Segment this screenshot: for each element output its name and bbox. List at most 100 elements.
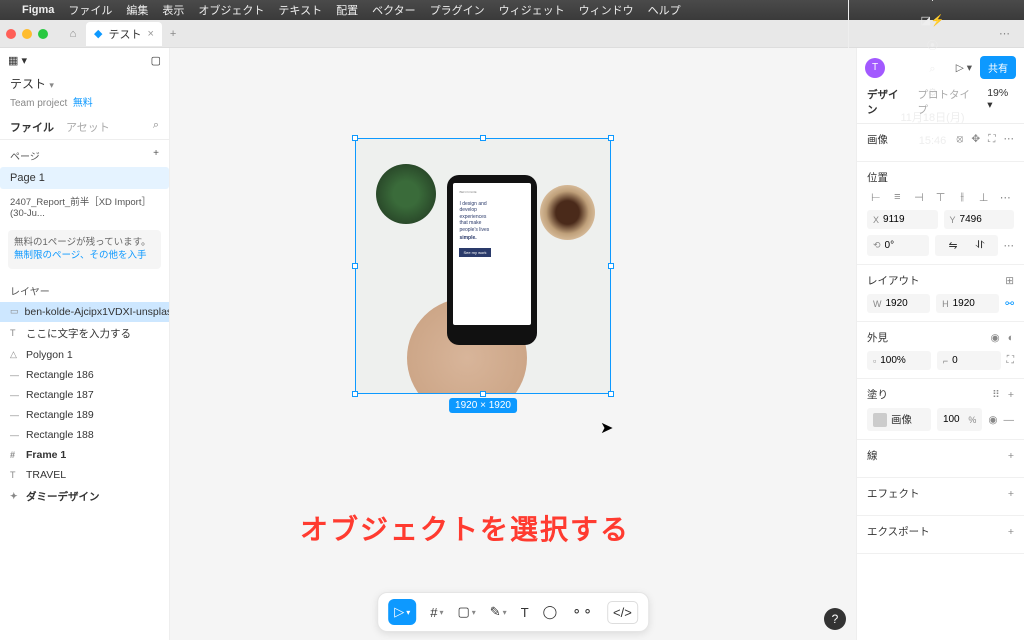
effect-section-header: エフェクト <box>867 486 920 501</box>
window-controls[interactable] <box>6 29 48 39</box>
fit-icon[interactable]: ⛶ <box>988 133 995 146</box>
style-icon[interactable]: ⠿ <box>992 389 1000 401</box>
selected-image[interactable]: BEN KOLDE I design and develop experienc… <box>356 139 610 393</box>
tabbar-overflow-icon[interactable]: ⋯ <box>991 27 1018 40</box>
align-hcenter-icon[interactable]: ≡ <box>889 191 907 204</box>
text-tool[interactable]: T <box>521 605 529 620</box>
fill-visibility-icon[interactable]: ◉ <box>988 414 997 426</box>
search-icon[interactable]: ⌕ <box>153 119 159 135</box>
panel-toggle-icon[interactable]: ▢ <box>151 54 161 67</box>
menu-vector[interactable]: ベクター <box>372 2 416 18</box>
target-icon[interactable]: ✥ <box>971 133 980 146</box>
canvas[interactable]: BEN KOLDE I design and develop experienc… <box>170 48 856 640</box>
upgrade-link[interactable]: 無制限のページ、その他を入手 <box>14 250 147 261</box>
add-stroke-icon[interactable]: + <box>1008 450 1014 462</box>
battery-tray-icon[interactable]: ◪⚡ <box>920 14 944 27</box>
align-top-icon[interactable]: ⊤ <box>932 191 950 204</box>
more-icon[interactable]: ⋯ <box>1004 133 1015 146</box>
dev-mode-tool[interactable]: </> <box>607 601 638 624</box>
rotation-field[interactable]: ⟲ <box>867 235 929 256</box>
phone-graphic: BEN KOLDE I design and develop experienc… <box>447 175 537 345</box>
fill-swatch[interactable] <box>873 413 887 427</box>
avatar[interactable]: T <box>865 58 885 78</box>
home-tab[interactable]: ⌂ <box>60 28 86 40</box>
blend-icon[interactable]: ◐ <box>1008 332 1014 344</box>
present-icon[interactable]: ▷ ▾ <box>956 62 972 74</box>
x-field[interactable]: X <box>867 210 938 229</box>
pen-tool[interactable]: ✎▾ <box>490 604 507 620</box>
close-tab-icon[interactable]: × <box>147 28 153 40</box>
help-button[interactable]: ? <box>824 608 846 630</box>
align-bottom-icon[interactable]: ⊥ <box>975 191 993 204</box>
add-fill-icon[interactable]: + <box>1008 389 1014 401</box>
app-name[interactable]: Figma <box>22 4 54 16</box>
flip-field[interactable]: ⇋⥯ <box>935 235 997 256</box>
move-tool[interactable]: ▷▾ <box>388 599 416 625</box>
height-field[interactable]: H <box>936 294 999 313</box>
layer-item[interactable]: TTRAVEL <box>0 465 169 485</box>
design-tab[interactable]: デザイン <box>867 87 905 123</box>
menu-text[interactable]: テキスト <box>278 2 322 18</box>
actions-tool[interactable]: ⚬⚬ <box>571 604 593 620</box>
share-button[interactable]: 共有 <box>980 56 1016 79</box>
align-right-icon[interactable]: ⊣ <box>910 191 928 204</box>
layer-item[interactable]: ✦ダミーデザイン <box>0 485 169 508</box>
new-tab-button[interactable]: + <box>170 28 176 40</box>
comment-tool[interactable]: ◯ <box>543 604 558 620</box>
zoom-level[interactable]: 19% ▾ <box>987 87 1014 123</box>
more-position-icon[interactable]: ⋯ <box>1004 240 1015 252</box>
menu-object[interactable]: オブジェクト <box>198 2 264 18</box>
layer-item[interactable]: —Rectangle 188 <box>0 425 169 445</box>
bluetooth-tray-icon[interactable]: ∗ <box>928 0 937 4</box>
page-item[interactable]: Page 1 <box>0 167 169 189</box>
crop-icon[interactable]: ⦻ <box>956 133 963 146</box>
layer-label: ben-kolde-Ajcipx1VDXI-unsplash 1 <box>25 306 169 318</box>
frame-tool[interactable]: #▾ <box>430 605 443 620</box>
width-field[interactable]: W <box>867 294 930 313</box>
align-vcenter-icon[interactable]: ⫲ <box>953 191 971 204</box>
layer-item[interactable]: #Frame 1 <box>0 445 169 465</box>
menu-file[interactable]: ファイル <box>68 2 112 18</box>
remove-fill-icon[interactable]: — <box>1004 414 1015 426</box>
menu-view[interactable]: 表示 <box>162 2 184 18</box>
menu-help[interactable]: ヘルプ <box>648 2 681 18</box>
layer-label: ダミーデザイン <box>26 489 100 504</box>
layer-item[interactable]: —Rectangle 187 <box>0 385 169 405</box>
link-dims-icon[interactable]: ⚯ <box>1005 298 1014 310</box>
layer-item[interactable]: —Rectangle 186 <box>0 365 169 385</box>
page-item[interactable]: 2407_Report_前半［XD Import］(30-Ju... <box>0 189 169 224</box>
menu-arrange[interactable]: 配置 <box>336 2 358 18</box>
radius-field[interactable]: ⌐ <box>937 351 1001 370</box>
file-tab[interactable]: ◆ テスト × <box>86 22 162 46</box>
align-more-icon[interactable]: ⋯ <box>996 191 1014 204</box>
add-effect-icon[interactable]: + <box>1008 488 1014 500</box>
menu-widget[interactable]: ウィジェット <box>499 2 565 18</box>
file-title[interactable]: テスト ▾ <box>0 73 169 94</box>
shape-tool[interactable]: ▢▾ <box>457 604 475 620</box>
autolayout-icon[interactable]: ⊞ <box>1005 275 1014 287</box>
align-left-icon[interactable]: ⊢ <box>867 191 885 204</box>
y-field[interactable]: Y <box>944 210 1015 229</box>
fill-opacity[interactable]: % <box>937 408 982 431</box>
layer-type-icon: — <box>10 370 20 380</box>
opacity-field[interactable]: ▫ <box>867 351 931 370</box>
prototype-tab[interactable]: プロトタイプ <box>917 87 975 123</box>
asset-tab-left[interactable]: アセット <box>66 119 110 135</box>
file-tab-left[interactable]: ファイル <box>10 119 54 135</box>
layer-item[interactable]: △Polygon 1 <box>0 345 169 365</box>
selection-box[interactable]: BEN KOLDE I design and develop experienc… <box>355 138 611 394</box>
layer-item[interactable]: Tここに文字を入力する <box>0 322 169 345</box>
team-label[interactable]: Team project 無料 <box>0 94 169 115</box>
add-page-icon[interactable]: + <box>153 148 159 163</box>
fill-type[interactable]: 画像 <box>867 408 931 431</box>
layer-item[interactable]: —Rectangle 189 <box>0 405 169 425</box>
corners-icon[interactable]: ⛶ <box>1007 354 1014 367</box>
export-section-header: エクスポート <box>867 524 930 539</box>
layer-item[interactable]: ▭ben-kolde-Ajcipx1VDXI-unsplash 1 <box>0 302 169 322</box>
menu-window[interactable]: ウィンドウ <box>579 2 634 18</box>
visibility-icon[interactable]: ◉ <box>990 332 999 344</box>
add-export-icon[interactable]: + <box>1008 526 1014 538</box>
menu-plugin[interactable]: プラグイン <box>430 2 485 18</box>
main-menu-icon[interactable]: ▦ ▾ <box>8 54 27 67</box>
menu-edit[interactable]: 編集 <box>126 2 148 18</box>
